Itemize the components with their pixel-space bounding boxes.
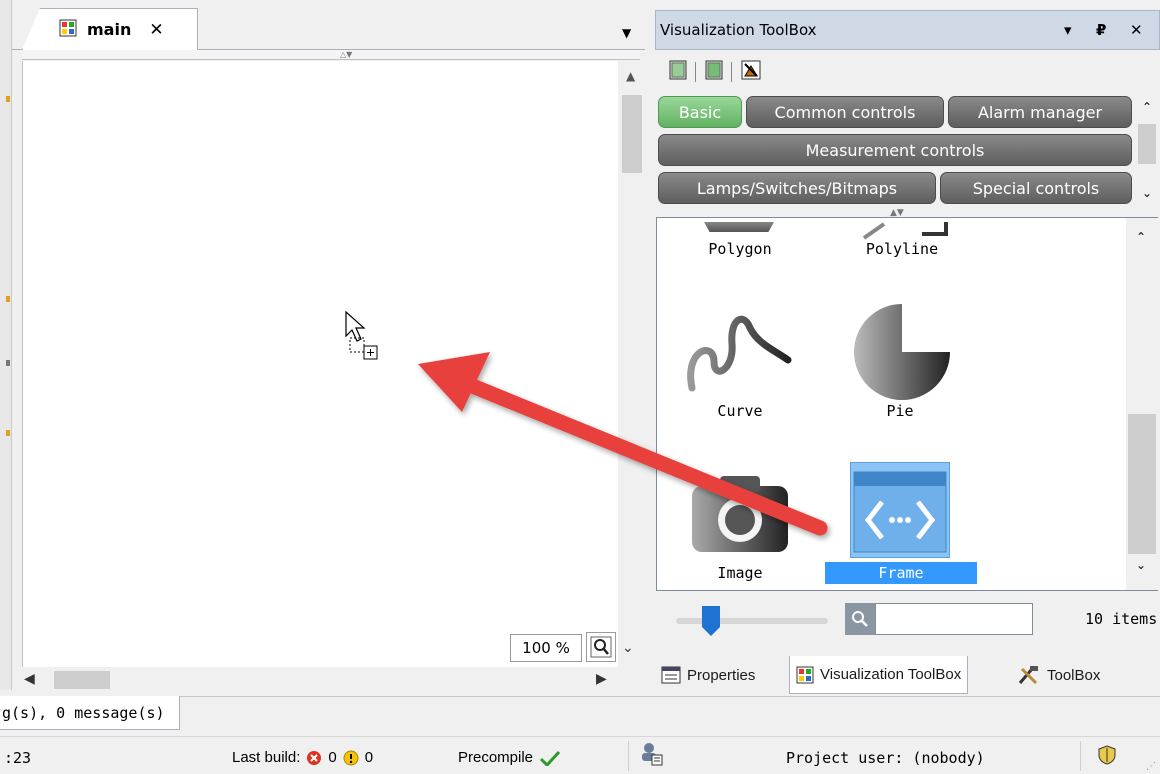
toolbox-title: Visualization ToolBox — [660, 21, 817, 39]
visualization-canvas[interactable] — [22, 61, 618, 667]
messages-tab-strip — [180, 696, 1160, 730]
warning-count: 0 — [364, 749, 374, 766]
chevron-down-icon[interactable]: ⌄ — [1136, 558, 1146, 572]
ruler: △▼ — [22, 50, 640, 60]
tab-messages[interactable]: g(s), 0 message(s) — [0, 696, 180, 730]
chevron-down-icon[interactable]: ⌄ — [1142, 186, 1152, 200]
chevron-down-icon[interactable]: ⌄ — [622, 640, 634, 656]
checkmark-icon — [539, 750, 561, 766]
ruler-marker-icon: △▼ — [340, 50, 353, 59]
scroll-left-icon[interactable]: ◀ — [24, 671, 35, 687]
tab-main[interactable]: main ✕ — [22, 8, 198, 50]
tab-visualization-toolbox[interactable]: Visualization ToolBox — [789, 656, 969, 694]
item-count: 10 items — [1085, 610, 1158, 628]
pie-icon[interactable] — [852, 304, 952, 404]
visualization-icon — [59, 19, 77, 41]
slider-thumb[interactable] — [702, 606, 720, 636]
status-left-number: :23 — [4, 749, 32, 767]
error-icon — [307, 750, 322, 765]
tab-label: main — [87, 20, 132, 39]
icon-size-slider[interactable] — [676, 618, 828, 624]
toolbox-toolbar — [655, 50, 1160, 92]
warning-icon — [343, 750, 359, 765]
search-input[interactable] — [875, 603, 1033, 635]
strip-marker — [6, 430, 10, 436]
properties-icon — [661, 666, 681, 684]
list-view-icon[interactable] — [705, 60, 723, 84]
frame-icon[interactable] — [852, 470, 948, 558]
category-special-controls[interactable]: Special controls — [940, 172, 1132, 204]
close-icon[interactable]: ✕ — [1130, 21, 1143, 39]
zoom-level-field[interactable]: 100 % — [510, 634, 582, 662]
precompile-status[interactable]: Precompile — [458, 749, 561, 766]
user-management-icon[interactable] — [640, 741, 664, 767]
strip-marker — [6, 360, 10, 366]
project-user: Project user: (nobody) — [786, 749, 985, 767]
shield-icon[interactable] — [1098, 745, 1116, 765]
scroll-right-icon[interactable]: ▶ — [596, 671, 607, 687]
visualization-icon — [796, 666, 814, 683]
tab-toolbox[interactable]: ToolBox — [1011, 656, 1106, 694]
editor-vertical-scrollbar[interactable]: ▲ — [618, 61, 646, 667]
category-alarm-manager[interactable]: Alarm manager — [948, 96, 1132, 128]
item-polyline-label[interactable]: Polyline — [862, 240, 942, 258]
polygon-icon[interactable] — [704, 222, 774, 232]
toolbar-separator — [731, 62, 732, 82]
pin-icon[interactable]: ₽ — [1096, 21, 1106, 39]
strip-marker — [6, 296, 10, 302]
resize-grip-icon[interactable]: ⋰ — [1146, 761, 1156, 772]
precompile-label: Precompile — [458, 749, 534, 766]
item-pie-label[interactable]: Pie — [860, 402, 940, 420]
tab-toolbox-label: ToolBox — [1047, 666, 1101, 684]
category-lamps-switches-bitmaps[interactable]: Lamps/Switches/Bitmaps — [658, 172, 936, 204]
strip-marker — [6, 96, 10, 102]
drag-copy-cursor-icon — [344, 310, 386, 372]
category-scrollbar[interactable]: ⌃ ⌄ — [1136, 96, 1158, 208]
last-build-status[interactable]: Last build: 0 0 — [232, 749, 373, 766]
camera-icon[interactable] — [690, 474, 790, 558]
pane-menu-icon[interactable]: ▾ — [1064, 21, 1072, 39]
tab-properties[interactable]: Properties — [655, 656, 761, 694]
toolbar-separator — [695, 62, 696, 82]
magnifier-icon — [590, 636, 612, 658]
scroll-up-icon[interactable]: ▲ — [626, 69, 635, 83]
toolbox-title-bar: Visualization ToolBox ▾ ₽ ✕ — [655, 10, 1160, 50]
image-pool-icon[interactable] — [741, 60, 761, 84]
scroll-thumb[interactable] — [1138, 124, 1156, 164]
category-measurement-controls[interactable]: Measurement controls — [658, 134, 1132, 166]
item-curve-label[interactable]: Curve — [700, 402, 780, 420]
scroll-thumb[interactable] — [54, 671, 110, 689]
tab-visualization-toolbox-label: Visualization ToolBox — [820, 666, 962, 683]
zoom-magnifier-button[interactable] — [586, 632, 616, 662]
search-icon[interactable] — [845, 603, 875, 635]
tab-close-icon[interactable]: ✕ — [149, 20, 163, 40]
chevron-up-icon[interactable]: ⌃ — [1136, 230, 1146, 244]
tab-properties-label: Properties — [687, 666, 756, 684]
category-common-controls[interactable]: Common controls — [746, 96, 944, 128]
status-bar: :23 Last build: 0 0 Precompile Project u… — [0, 736, 1160, 774]
items-scrollbar[interactable]: ⌃ ⌄ — [1126, 218, 1158, 590]
status-separator — [1080, 741, 1081, 771]
chevron-up-icon[interactable]: ⌃ — [1142, 100, 1152, 114]
category-basic[interactable]: Basic — [658, 96, 742, 128]
curve-icon[interactable] — [684, 310, 794, 400]
item-image-label[interactable]: Image — [700, 564, 780, 582]
panel-tab-bar: Properties Visualization ToolBox ToolBox — [655, 656, 1160, 696]
grid-view-icon[interactable] — [669, 60, 687, 84]
status-separator — [628, 741, 629, 771]
tab-list-dropdown-icon[interactable]: ▼ — [622, 26, 631, 40]
scroll-thumb[interactable] — [622, 95, 642, 173]
editor-horizontal-scrollbar[interactable]: ◀ ▶ — [12, 667, 618, 693]
scroll-thumb[interactable] — [1128, 414, 1156, 554]
error-count: 0 — [328, 749, 337, 766]
tools-icon — [1018, 666, 1038, 685]
item-frame-label[interactable]: Frame — [825, 564, 977, 582]
left-edge-strip — [0, 0, 12, 690]
last-build-label: Last build: — [232, 749, 301, 766]
item-polygon-label[interactable]: Polygon — [700, 240, 780, 258]
